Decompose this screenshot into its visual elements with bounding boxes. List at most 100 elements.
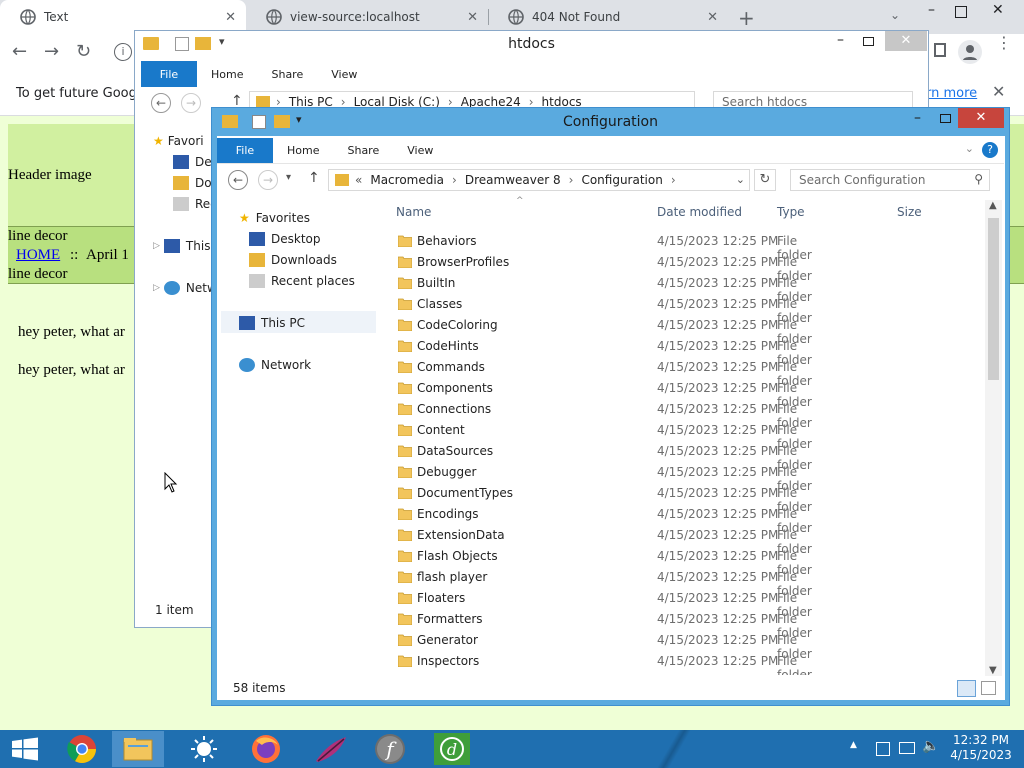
file-row[interactable]: Classes 4/15/2023 12:25 PM File folder [212,294,812,325]
tab-404[interactable]: 404 Not Found ✕ [488,0,728,34]
weather-icon[interactable] [178,731,230,767]
file-row[interactable]: Floaters 4/15/2023 12:25 PM File folder [212,588,812,619]
file-row[interactable]: DataSources 4/15/2023 12:25 PM File folder [212,441,812,472]
refresh-icon[interactable]: ↻ [754,169,776,191]
minimize-icon[interactable]: – [837,32,844,48]
breadcrumb-macromedia[interactable]: Macromedia [370,173,444,187]
restore-icon[interactable] [955,6,967,18]
volume-muted-icon[interactable]: 🔈 [922,738,939,754]
file-row[interactable]: BrowserProfiles 4/15/2023 12:25 PM File fo… [212,252,812,283]
maximize-icon[interactable] [940,114,951,123]
file-row[interactable]: Formatters 4/15/2023 12:25 PM File folder [212,609,812,640]
network-tray-icon[interactable] [899,742,915,754]
file-row[interactable]: CodeHints 4/15/2023 12:25 PM File folder [212,336,812,367]
scroll-down-icon[interactable]: ▼ [989,665,997,676]
column-header-name[interactable]: Name [396,205,431,219]
flash-icon[interactable]: f [364,731,416,767]
view-tab[interactable]: View [393,144,447,157]
feather-icon[interactable] [304,731,356,767]
file-row[interactable]: CodeColoring 4/15/2023 12:25 PM File folde… [212,315,812,346]
column-header-size[interactable]: Size [897,205,922,219]
file-row[interactable]: DocumentTypes 4/15/2023 12:25 PM File fold… [212,483,812,514]
large-icons-view-icon[interactable] [981,681,996,695]
minimize-icon[interactable]: – [914,110,921,126]
breadcrumb-overflow[interactable]: « [355,173,362,187]
tab-close-icon[interactable]: ✕ [225,10,236,25]
tab-close-icon[interactable]: ✕ [467,10,478,25]
file-row[interactable]: Generator 4/15/2023 12:25 PM File folder [212,630,812,661]
view-tab[interactable]: View [317,68,371,81]
tab-close-icon[interactable]: ✕ [707,10,718,25]
file-row[interactable]: Commands 4/15/2023 12:25 PM File folder [212,357,812,388]
menu-kebab-icon[interactable]: ⋮ [996,35,1012,51]
tray-expand-icon[interactable]: ▲ [850,740,857,750]
file-tab[interactable]: File [217,138,273,163]
forward-arrow-icon[interactable]: → [258,170,278,190]
info-bar-close-icon[interactable]: ✕ [992,82,1005,101]
chrome-icon[interactable] [56,731,108,767]
tab-search-chevron-icon[interactable]: ⌄ [890,8,900,22]
file-row[interactable]: flash player 4/15/2023 12:25 PM File folde… [212,567,812,598]
column-header-type[interactable]: Type [777,205,805,219]
share-tab[interactable]: Share [333,144,393,157]
close-icon[interactable]: ✕ [885,31,927,51]
reload-icon[interactable]: ↻ [76,41,91,62]
clock[interactable]: 12:32 PM 4/15/2023 [944,733,1018,763]
close-icon[interactable]: ✕ [958,108,1004,128]
details-view-icon[interactable] [957,680,976,697]
file-explorer-icon[interactable] [112,731,164,767]
back-arrow-icon[interactable]: ← [12,41,27,62]
breadcrumb-dreamweaver[interactable]: Dreamweaver 8 [465,173,561,187]
back-arrow-icon[interactable]: ← [151,93,171,113]
plus-icon[interactable]: + [738,6,755,30]
windows-start-icon[interactable] [0,731,52,767]
side-panel-icon[interactable] [934,43,946,57]
learn-more-link[interactable]: rn more [926,86,977,101]
up-arrow-icon[interactable]: ↑ [308,170,320,186]
share-tab[interactable]: Share [257,68,317,81]
vertical-scrollbar[interactable]: ▲ ▼ [985,200,1002,676]
file-row[interactable]: Connections 4/15/2023 12:25 PM File folder [212,399,812,430]
nav-favorites[interactable]: ★ Favori [153,131,204,151]
action-center-flag-icon[interactable] [876,742,890,756]
file-row[interactable]: Behaviors 4/15/2023 12:25 PM File folder [212,231,812,262]
dreamweaver-icon[interactable]: d [426,731,478,767]
file-row[interactable]: ExtensionData 4/15/2023 12:25 PM File fold… [212,525,812,556]
home-link[interactable]: HOME [16,247,60,264]
minimize-icon[interactable]: – [928,2,935,18]
breadcrumb-configuration[interactable]: Configuration [581,173,662,187]
maximize-icon[interactable] [863,37,874,46]
file-row[interactable]: Components 4/15/2023 12:25 PM File folder [212,378,812,409]
file-row[interactable]: BuiltIn 4/15/2023 12:25 PM File folder [212,273,812,304]
clock-date: 4/15/2023 [950,748,1012,762]
tab-strip: Text ✕ view-source:localhost ✕ 404 Not F… [0,0,1024,34]
home-tab[interactable]: Home [197,68,257,81]
nav-network[interactable]: ▷ Netw [153,278,217,298]
file-tab[interactable]: File [141,61,197,87]
close-icon[interactable]: ✕ [992,2,1004,18]
nav-favorites[interactable]: ★ Favorites [239,208,310,228]
file-row[interactable]: Content 4/15/2023 12:25 PM File folder [212,420,812,451]
address-dropdown-icon[interactable]: ⌄ [736,173,745,186]
scroll-thumb[interactable] [988,218,999,380]
firefox-icon[interactable] [240,731,292,767]
avatar[interactable] [958,40,982,64]
file-row[interactable]: Flash Objects 4/15/2023 12:25 PM File fold… [212,546,812,577]
ribbon-expand-chevron-icon[interactable]: ⌄ [965,142,974,155]
file-row[interactable]: Inspectors 4/15/2023 12:25 PM File folder [212,651,812,675]
info-icon[interactable]: i [114,43,132,61]
scroll-up-icon[interactable]: ▲ [989,200,997,211]
file-row[interactable]: Debugger 4/15/2023 12:25 PM File folder [212,462,812,493]
tab-text[interactable]: Text ✕ [0,0,246,34]
column-header-date[interactable]: Date modified [657,205,742,219]
file-row[interactable]: Encodings 4/15/2023 12:25 PM File folder [212,504,812,535]
back-arrow-icon[interactable]: ← [228,170,248,190]
address-bar[interactable]: « Macromedia › Dreamweaver 8 › Configura… [328,169,750,191]
home-tab[interactable]: Home [273,144,333,157]
tab-view-source[interactable]: view-source:localhost ✕ [246,0,488,34]
help-icon[interactable]: ? [982,142,998,158]
recent-locations-chevron-icon[interactable]: ▾ [286,172,291,183]
forward-arrow-icon[interactable]: → [181,93,201,113]
forward-arrow-icon[interactable]: → [44,41,59,62]
search-input[interactable]: Search Configuration ⚲ [790,169,990,191]
